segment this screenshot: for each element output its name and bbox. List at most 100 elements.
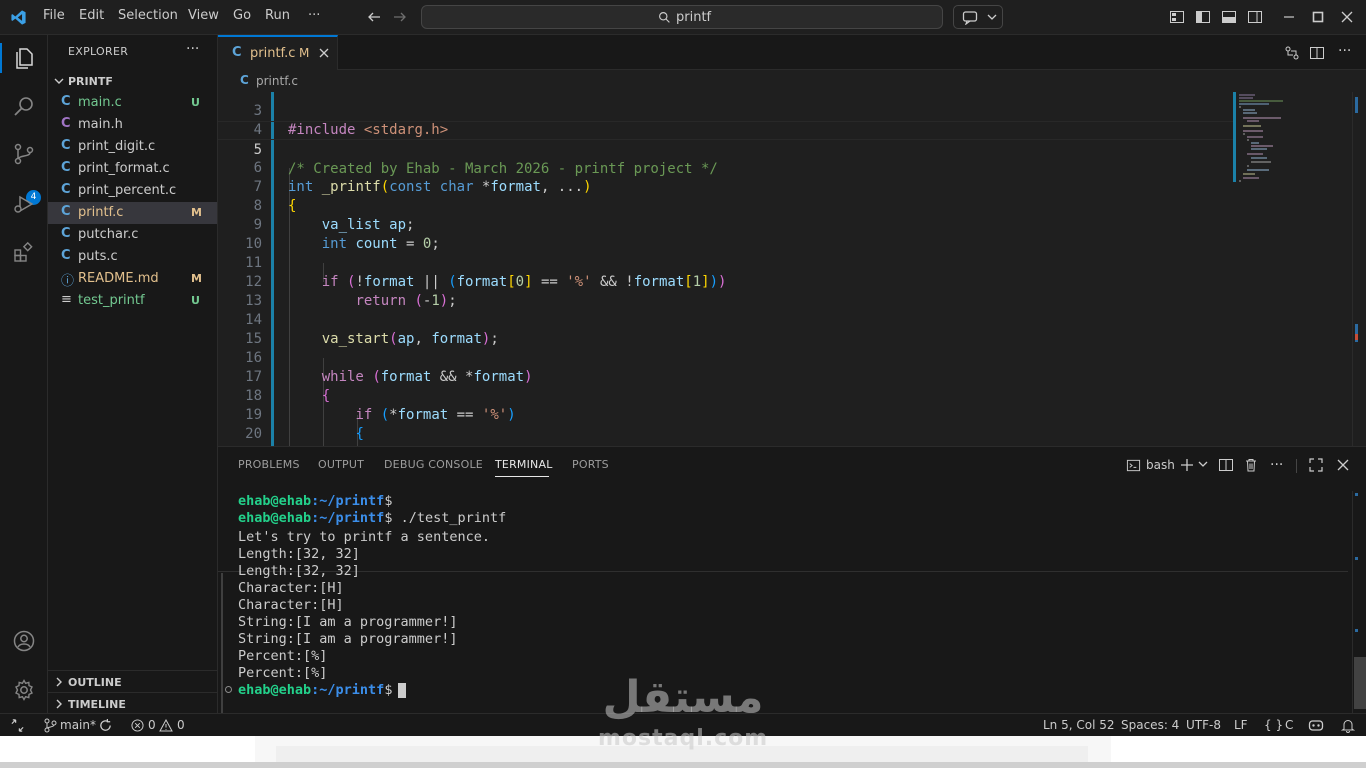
toggle-panel-icon[interactable] [1221, 9, 1237, 25]
file-item-main-h[interactable]: C main.h [48, 114, 217, 136]
menu-run[interactable]: Run [265, 8, 290, 23]
terminal-shell-selector[interactable]: bash [1126, 457, 1186, 475]
close-panel-icon[interactable] [1335, 457, 1351, 473]
extensions-icon[interactable] [12, 240, 36, 264]
encoding[interactable]: UTF-8 [1186, 718, 1221, 732]
chevron-down-icon [54, 76, 64, 86]
file-item-print-digit[interactable]: C print_digit.c [48, 136, 217, 158]
panel-more-actions[interactable]: ··· [1270, 457, 1283, 473]
terminal-icon [1126, 458, 1141, 473]
copilot-status-icon[interactable] [1308, 718, 1324, 733]
terminal-command-decoration [221, 573, 223, 725]
watermark-arabic: مستقل [602, 672, 764, 723]
toggle-sidebar-icon[interactable] [1195, 9, 1211, 25]
source-control-icon[interactable] [12, 142, 36, 166]
file-item-putchar[interactable]: C putchar.c [48, 224, 217, 246]
split-editor-icon[interactable] [1309, 45, 1325, 61]
indentation[interactable]: Spaces: 4 [1121, 718, 1179, 732]
close-window-icon[interactable] [1339, 9, 1355, 25]
c-file-icon: C [61, 226, 71, 241]
back-arrow-icon[interactable] [366, 9, 382, 25]
terminal-scrollbar[interactable] [1352, 491, 1366, 714]
trash-icon[interactable] [1243, 457, 1259, 473]
menu-selection[interactable]: Selection [118, 8, 178, 23]
tab-debug-console[interactable]: DEBUG CONSOLE [384, 458, 483, 471]
language-mode[interactable]: C [1285, 718, 1293, 732]
code-line: 19 { [245, 407, 364, 442]
scroll-thumb[interactable] [1354, 657, 1366, 709]
cursor-position[interactable]: Ln 5, Col 52 [1043, 718, 1115, 732]
warning-count[interactable]: 0 [177, 718, 185, 732]
file-item-print-format[interactable]: C print_format.c [48, 158, 217, 180]
run-debug-icon[interactable] [12, 192, 36, 216]
end-of-line[interactable]: LF [1234, 718, 1248, 732]
menu-file[interactable]: File [43, 8, 65, 23]
file-name: printf.c [78, 205, 124, 220]
breadcrumb-file[interactable]: printf.c [256, 74, 298, 88]
command-center-search[interactable]: printf [421, 5, 943, 29]
scroll-marker [1355, 97, 1358, 113]
prompt-circle-icon [225, 686, 232, 693]
file-item-readme[interactable]: ⓘ README.md M [48, 268, 217, 290]
file-item-printf-c[interactable]: C printf.c M [48, 202, 217, 224]
file-item-puts[interactable]: C puts.c [48, 246, 217, 268]
error-count[interactable]: 0 [148, 718, 156, 732]
bottom-panel: PROBLEMS OUTPUT DEBUG CONSOLE TERMINAL P… [218, 446, 1366, 725]
scroll-marker [1355, 629, 1358, 632]
scroll-marker [1355, 334, 1358, 340]
terminal-line: Percent:[%] [238, 665, 328, 681]
git-branch[interactable]: main* [60, 718, 96, 732]
menu-view[interactable]: View [188, 8, 219, 23]
new-terminal-plus-icon[interactable] [1179, 457, 1195, 473]
minimize-icon[interactable] [1281, 9, 1297, 25]
forward-arrow-icon[interactable] [392, 9, 408, 25]
maximize-icon[interactable] [1310, 9, 1326, 25]
menu-go[interactable]: Go [233, 8, 251, 23]
menu-more[interactable]: ··· [308, 8, 320, 23]
explorer-more-button[interactable]: ··· [186, 41, 199, 57]
chevron-right-icon [54, 677, 64, 687]
tab-output[interactable]: OUTPUT [318, 458, 364, 471]
file-item-main-c[interactable]: C main.c U [48, 92, 217, 114]
notifications-bell-icon[interactable] [1341, 718, 1355, 733]
file-item-test-printf[interactable]: ≡ test_printf U [48, 290, 217, 312]
copilot-button[interactable] [953, 5, 1003, 29]
terminal-output[interactable]: ehab@ehab:~/printf$ ehab@ehab:~/printf$ … [218, 491, 1348, 725]
search-text: printf [676, 10, 712, 25]
code-line: 7 { [253, 179, 297, 214]
chevron-down-icon [987, 14, 997, 21]
account-icon[interactable] [12, 629, 36, 653]
project-folder-header[interactable]: PRINTF [48, 71, 217, 93]
file-item-print-percent[interactable]: C print_percent.c [48, 180, 217, 202]
tab-terminal[interactable]: TERMINAL [495, 458, 553, 471]
search-icon[interactable] [12, 94, 36, 118]
menu-edit[interactable]: Edit [79, 8, 104, 23]
tab-printf-c[interactable]: C printf.c M [218, 35, 338, 70]
tab-problems[interactable]: PROBLEMS [238, 458, 300, 471]
shell-name: bash [1146, 458, 1175, 472]
active-tab-underline [495, 476, 549, 477]
braces-icon: { } [1264, 718, 1284, 732]
chevron-down-icon[interactable] [1198, 461, 1208, 468]
code-editor[interactable]: 3 #include <stdarg.h> 4 5 /* Created by … [218, 92, 1366, 446]
minimap[interactable] [1233, 92, 1348, 192]
maximize-panel-icon[interactable] [1308, 457, 1324, 473]
remote-icon[interactable] [10, 718, 25, 733]
file-name: putchar.c [78, 227, 139, 242]
tab-ports[interactable]: PORTS [572, 458, 609, 471]
timeline-section[interactable]: TIMELINE [48, 692, 217, 714]
close-tab-icon[interactable] [318, 47, 330, 59]
sync-icon[interactable] [98, 718, 113, 733]
toggle-secondary-sidebar-icon[interactable] [1247, 9, 1263, 25]
code-line: 6 int _printf(const char *format, ...) [253, 160, 592, 195]
c-file-icon: C [61, 204, 71, 219]
files-icon[interactable] [12, 46, 36, 70]
outline-section[interactable]: OUTLINE [48, 670, 217, 692]
open-changes-icon[interactable] [1284, 45, 1300, 61]
settings-gear-icon[interactable] [12, 678, 36, 702]
editor-more-actions[interactable]: ··· [1338, 43, 1351, 59]
editor-scrollbar[interactable] [1352, 92, 1366, 446]
customize-layout-icon[interactable] [1169, 9, 1185, 25]
split-terminal-icon[interactable] [1218, 457, 1234, 473]
watermark-latin: mostaql.com [598, 726, 769, 751]
